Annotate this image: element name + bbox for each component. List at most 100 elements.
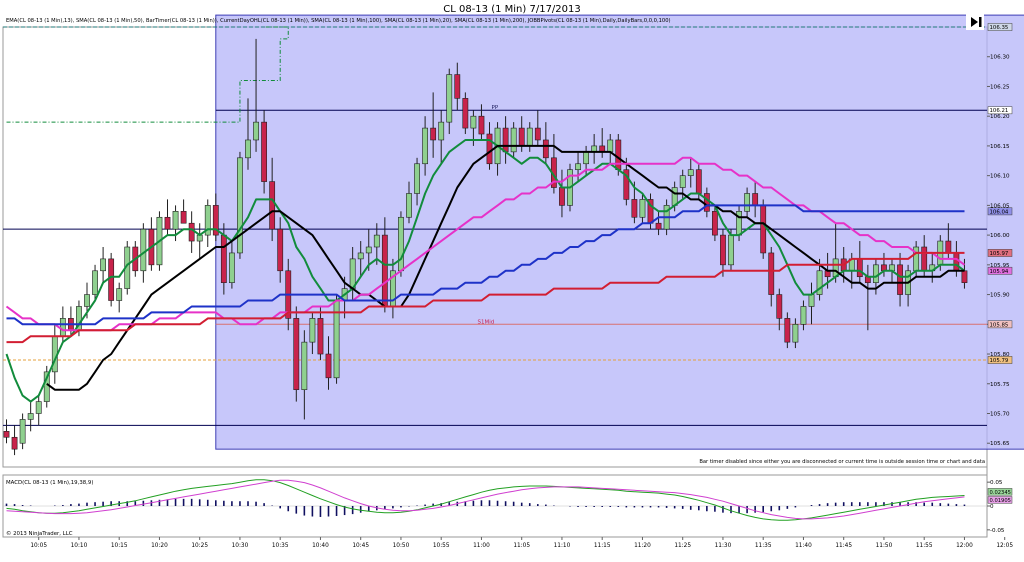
end-bar: [979, 17, 982, 27]
candle-body-up: [446, 74, 453, 123]
candle-body-down: [188, 222, 195, 242]
candle-body-down: [542, 139, 549, 159]
candle: [760, 199, 767, 259]
candle-body-down: [11, 436, 18, 450]
candle-body-up: [510, 127, 517, 153]
candle: [398, 211, 404, 277]
candle-body-up: [100, 258, 106, 272]
x-tick-label: 10:25: [191, 543, 208, 549]
candle-body-up: [687, 169, 694, 176]
candle-body-down: [164, 216, 171, 230]
y-tick-label: 106.15: [990, 144, 1010, 150]
candle-body-up: [526, 127, 533, 147]
candle-body-down: [897, 264, 903, 295]
x-tick-label: 11:20: [634, 543, 651, 549]
candle-body-up: [92, 270, 98, 295]
y-tick-label: 106.20: [990, 114, 1010, 120]
candle-body-down: [752, 193, 759, 206]
price-label: 105.97: [987, 249, 1013, 257]
candle: [261, 110, 267, 194]
y-tick-label: 106.00: [990, 233, 1010, 239]
x-tick-label: 10:10: [71, 543, 88, 549]
price-label: 105.85: [987, 320, 1013, 328]
candle-body-down: [3, 431, 10, 438]
candle-body-down: [768, 252, 775, 295]
chart-title: CL 08-13 (1 Min) 7/17/2013: [443, 4, 581, 15]
candle-body-up: [309, 318, 316, 343]
price-label-text: 106.35: [990, 25, 1009, 31]
candle-body-down: [559, 187, 565, 206]
candle-body-up: [116, 288, 123, 301]
candle-body-down: [430, 127, 437, 141]
candle-body-up: [229, 252, 235, 283]
y-tick-label: 106.25: [990, 84, 1010, 90]
candle-body-up: [349, 258, 356, 289]
candle-body-down: [655, 222, 662, 230]
price-label-text: 106.04: [990, 209, 1009, 215]
price-label: 106.35: [987, 23, 1013, 31]
candle-body-down: [277, 228, 284, 272]
price-label: 106.04: [987, 207, 1013, 215]
candle-body-up: [237, 157, 243, 254]
x-tick-label: 10:15: [111, 543, 128, 549]
y-tick-label: 105.70: [990, 411, 1010, 417]
candle-body-down: [478, 115, 485, 135]
pivot-label: PP: [492, 105, 499, 111]
candle-body-down: [317, 318, 324, 355]
candle-body-up: [583, 151, 589, 165]
candle-body-down: [776, 294, 783, 319]
x-tick-label: 10:20: [151, 543, 168, 549]
x-tick-label: 10:50: [393, 543, 410, 549]
play-to-end-icon[interactable]: [966, 14, 984, 30]
candle-body-up: [84, 294, 90, 307]
y-tick-label: 106.30: [990, 55, 1010, 61]
candle-body-up: [365, 246, 372, 254]
candle-body-up: [140, 228, 147, 272]
candle-body-down: [695, 169, 702, 194]
x-tick-label: 11:30: [715, 543, 732, 549]
chart-canvas[interactable]: PPS1Mid 105.65105.70105.75105.80105.8510…: [0, 0, 1024, 562]
candle-body-up: [398, 216, 404, 272]
x-tick-label: 11:15: [594, 543, 611, 549]
candle-body-down: [454, 74, 461, 99]
macd-y-tick-label: 0.05: [990, 480, 1003, 486]
x-tick-label: 11:40: [795, 543, 812, 549]
candle-body-up: [245, 139, 251, 159]
candle-body-down: [720, 234, 726, 266]
x-tick-label: 10:30: [232, 543, 249, 549]
candle-body-down: [502, 127, 509, 153]
indicators-label: EMA(CL 08-13 (1 Min),13), SMA(CL 08-13 (…: [6, 18, 671, 24]
x-tick-label: 12:00: [956, 543, 973, 549]
candle-body-up: [19, 419, 26, 444]
candle-body-up: [832, 258, 839, 278]
candle-body-up: [438, 121, 445, 141]
candle-body-up: [172, 211, 179, 230]
candle-body-up: [422, 127, 428, 165]
candle-body-up: [35, 401, 42, 414]
candle: [237, 151, 243, 259]
candle-body-up: [872, 264, 879, 283]
candle-body-down: [325, 353, 332, 379]
candle-body-down: [108, 258, 115, 301]
candle-body-down: [293, 318, 300, 391]
candle: [333, 294, 340, 384]
y-tick-label: 106.10: [990, 174, 1010, 180]
candle-body-down: [261, 121, 267, 182]
session-range-box: [215, 14, 1024, 450]
macd-y-tick-label: 0: [990, 504, 994, 510]
candle-body-down: [518, 127, 525, 147]
session-box-layer: [215, 14, 1024, 450]
candle-body-down: [921, 246, 928, 272]
x-tick-label: 11:05: [513, 543, 530, 549]
price-label: 105.94: [987, 266, 1013, 275]
candle-body-down: [462, 98, 469, 129]
price-label-text: 105.94: [990, 269, 1009, 275]
x-tick-label: 11:55: [916, 543, 933, 549]
candle-body-up: [792, 323, 799, 343]
candle-body-up: [373, 234, 380, 248]
candle-body-up: [671, 187, 678, 206]
x-tick-label: 10:40: [312, 543, 329, 549]
candle-body-up: [406, 193, 412, 218]
copyright: © 2013 NinjaTrader, LLC: [6, 530, 73, 537]
candle-body-up: [728, 234, 734, 266]
